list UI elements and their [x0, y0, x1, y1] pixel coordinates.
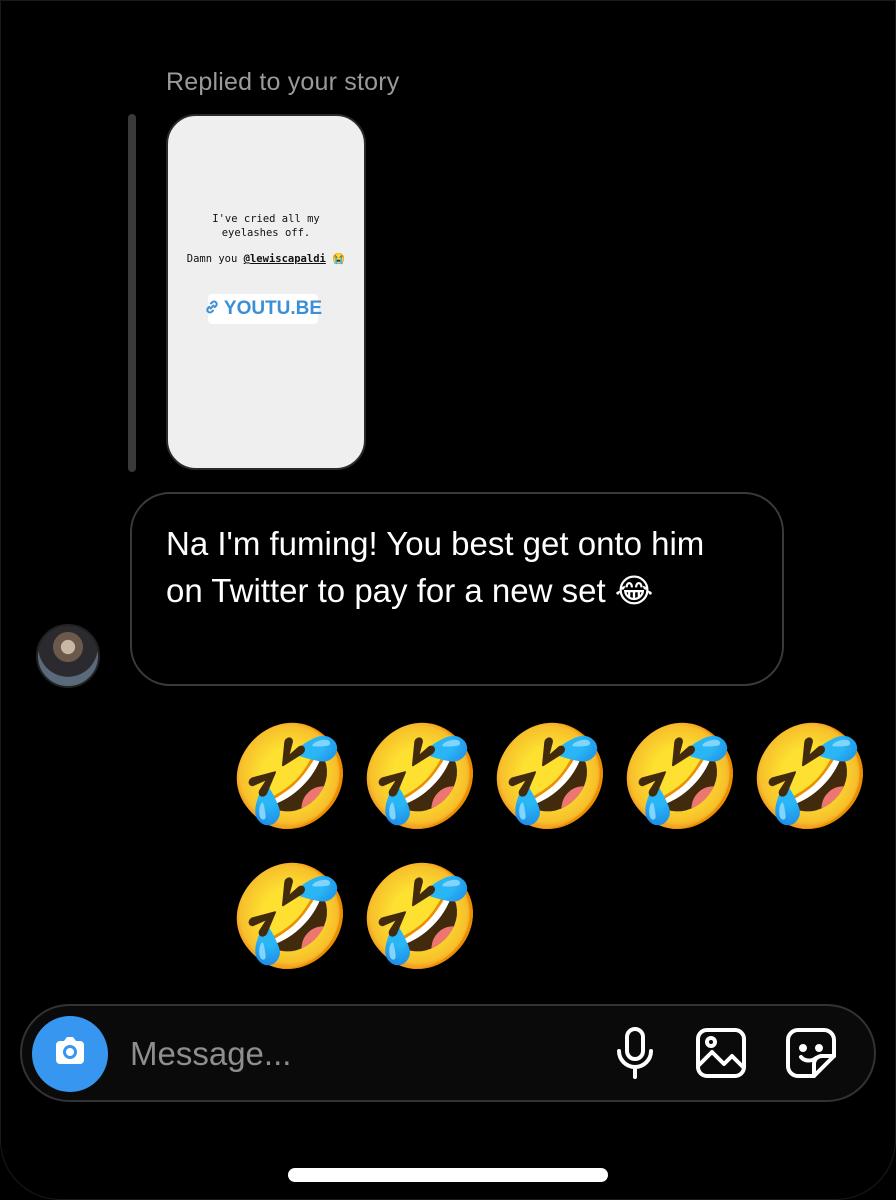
rofl-emoji: 🤣	[358, 861, 483, 973]
replied-to-story-label: Replied to your story	[166, 68, 400, 96]
story-line-2: eyelashes off.	[221, 227, 311, 239]
story-line-3-prefix: Damn you	[186, 253, 244, 265]
home-indicator[interactable]	[288, 1168, 608, 1182]
rofl-emoji: 🤣	[228, 721, 353, 833]
gallery-icon	[694, 1026, 748, 1085]
camera-button[interactable]	[32, 1016, 108, 1092]
dm-thread-screen: Replied to your story I've cried all my …	[0, 0, 896, 1200]
sticker-icon	[784, 1026, 838, 1085]
incoming-message[interactable]: Na I'm fuming! You best get onto him on …	[130, 492, 784, 686]
rofl-emoji: 🤣	[748, 721, 873, 833]
microphone-button[interactable]	[606, 1026, 664, 1084]
story-line-3: Damn you @lewiscapaldi 😭	[168, 252, 364, 266]
rofl-emoji: 🤣	[228, 861, 353, 973]
message-composer	[20, 1004, 876, 1102]
emoji-reply[interactable]: 🤣 🤣 🤣 🤣 🤣 🤣 🤣	[228, 714, 878, 980]
link-icon	[204, 299, 220, 319]
story-mention[interactable]: @lewiscapaldi	[244, 253, 326, 265]
camera-icon	[50, 1032, 90, 1077]
gallery-button[interactable]	[692, 1026, 750, 1084]
sender-avatar[interactable]	[36, 624, 100, 688]
microphone-icon	[613, 1025, 657, 1086]
crying-emoji: 😭	[332, 253, 346, 265]
rofl-emoji: 🤣	[358, 721, 483, 833]
story-line-1: I've cried all my	[212, 213, 320, 225]
link-sticker[interactable]: YOUTU.BE	[206, 294, 322, 324]
link-label: YOUTU.BE	[223, 298, 323, 319]
story-caption: I've cried all my eyelashes off. Damn yo…	[168, 212, 364, 266]
rofl-emoji: 🤣	[488, 721, 613, 833]
message-input[interactable]	[130, 1030, 570, 1078]
rofl-emoji: 🤣	[618, 721, 743, 833]
story-preview[interactable]: I've cried all my eyelashes off. Damn yo…	[166, 114, 366, 470]
reply-indicator-bar	[128, 114, 136, 472]
sticker-button[interactable]	[782, 1026, 840, 1084]
